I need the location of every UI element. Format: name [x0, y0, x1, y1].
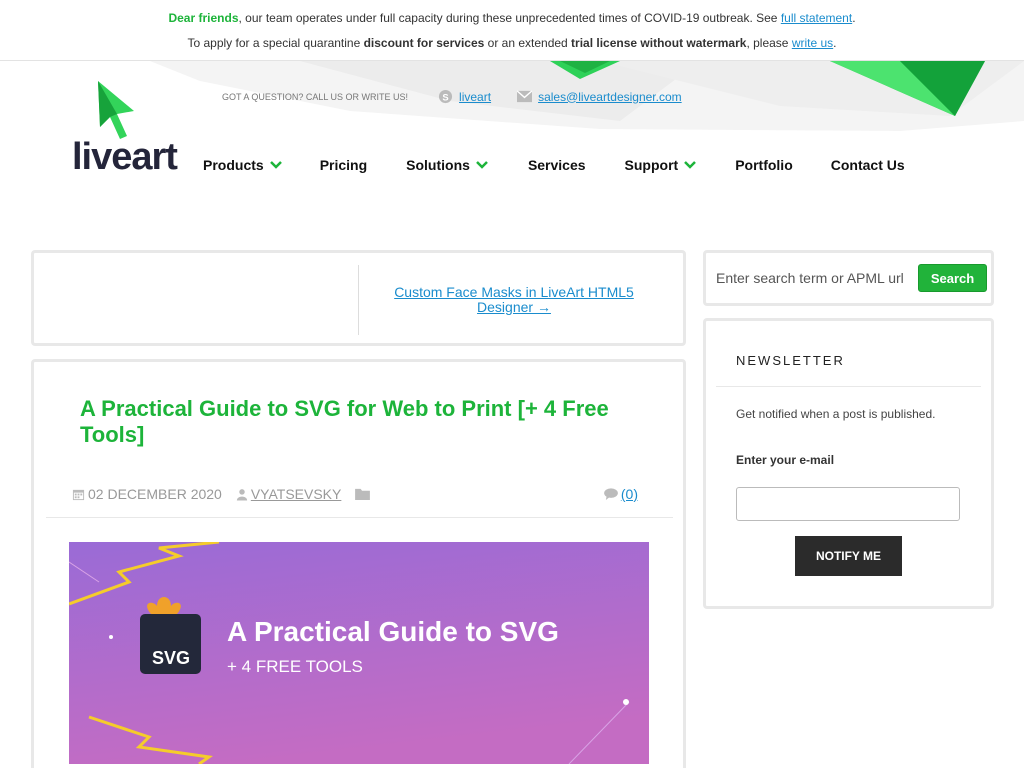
post-separator: [46, 517, 673, 518]
search-panel: Search: [703, 250, 994, 306]
notice-line-1: Dear friends, our team operates under fu…: [0, 11, 1024, 25]
post-meta: 02 DECEMBER 2020 VYATSEVSKY (0): [72, 486, 652, 502]
email-label: Enter your e-mail: [736, 453, 835, 467]
post-navigation-panel: Custom Face Masks in LiveArt HTML5 Desig…: [31, 250, 686, 346]
skype-icon: S: [438, 89, 453, 104]
mail-icon: [517, 90, 533, 103]
post-date: 02 DECEMBER 2020: [72, 486, 222, 502]
notice-greeting: Dear friends: [168, 11, 239, 25]
post-featured-image[interactable]: SVG A Practical Guide to SVG + 4 FREE TO…: [69, 542, 649, 764]
nav-label: Pricing: [319, 157, 368, 173]
write-us-link[interactable]: write us: [792, 36, 833, 50]
newsletter-description: Get notified when a post is published.: [736, 407, 936, 421]
chevron-down-icon: [684, 161, 697, 169]
chevron-down-icon: [476, 161, 488, 169]
author-link[interactable]: VYATSEVSKY: [251, 486, 342, 502]
banner-title: A Practical Guide to SVG: [227, 616, 559, 647]
user-icon: [236, 488, 247, 500]
notice-text-a: To apply for a special quarantine: [187, 36, 364, 50]
svg-text:S: S: [442, 92, 448, 102]
folder-icon: [355, 488, 371, 500]
nav-label: Products: [203, 157, 264, 173]
post-comments: (0): [604, 486, 638, 502]
notice-text-e: , please: [746, 36, 792, 50]
nav-label: Support: [624, 157, 679, 173]
comment-icon: [604, 488, 618, 500]
chevron-down-icon: [269, 161, 282, 169]
banner-subtitle: + 4 FREE TOOLS: [227, 657, 363, 676]
nav-label: Solutions: [406, 157, 470, 173]
contact-question: Got a question? Call us or write us!: [222, 91, 409, 102]
notice-text: , our team operates under full capacity …: [238, 11, 781, 25]
search-input[interactable]: [716, 263, 912, 293]
nav-item-pricing[interactable]: Pricing: [320, 157, 367, 173]
main-nav: Products Pricing Solutions Services Supp…: [203, 157, 905, 173]
post-title[interactable]: A Practical Guide to SVG for Web to Prin…: [80, 396, 640, 448]
notice-line-2: To apply for a special quarantine discou…: [0, 36, 1024, 50]
banner-background: SVG: [69, 542, 649, 764]
newsletter-title: NEWSLETTER: [736, 353, 845, 368]
post-date-text: 02 DECEMBER 2020: [88, 486, 222, 502]
nav-item-support[interactable]: Support: [625, 157, 697, 173]
post-nav-divider: [358, 265, 359, 335]
next-post-link[interactable]: Custom Face Masks in LiveArt HTML5 Desig…: [384, 285, 644, 315]
notice-period-2: .: [833, 36, 837, 50]
logo-wordmark[interactable]: liveart: [72, 136, 178, 179]
post-author: VYATSEVSKY: [236, 486, 342, 502]
newsletter-panel: NEWSLETTER Get notified when a post is p…: [703, 318, 994, 609]
notice-discount-text: discount for services: [363, 36, 485, 50]
newsletter-separator: [716, 386, 981, 387]
full-statement-link[interactable]: full statement: [781, 11, 852, 25]
covid-notice-bar: Dear friends, our team operates under fu…: [0, 0, 1024, 61]
calendar-icon: [72, 489, 85, 500]
comments-link[interactable]: (0): [621, 486, 638, 502]
notice-period: .: [852, 11, 856, 25]
nav-item-solutions[interactable]: Solutions: [406, 157, 488, 173]
skype-link[interactable]: liveart: [459, 90, 491, 104]
banner-badge-text: SVG: [152, 648, 190, 668]
notice-text-c: or an extended: [484, 36, 572, 50]
newsletter-email-field[interactable]: [736, 487, 960, 521]
nav-item-services[interactable]: Services: [528, 157, 586, 173]
header-contact-line: Got a question? Call us or write us! S l…: [222, 89, 682, 104]
post-category: [355, 488, 373, 500]
nav-label: Contact Us: [830, 157, 905, 173]
site-header: liveart Got a question? Call us or write…: [0, 61, 1024, 211]
blog-post-panel: A Practical Guide to SVG for Web to Prin…: [31, 359, 686, 768]
nav-item-contact-us[interactable]: Contact Us: [831, 157, 905, 173]
notify-me-button[interactable]: NOTIFY ME: [795, 536, 902, 576]
nav-label: Portfolio: [735, 157, 793, 173]
email-link[interactable]: sales@liveartdesigner.com: [538, 90, 682, 104]
nav-label: Services: [527, 157, 586, 173]
nav-item-portfolio[interactable]: Portfolio: [735, 157, 793, 173]
search-button[interactable]: Search: [918, 264, 987, 292]
nav-item-products[interactable]: Products: [203, 157, 282, 173]
notice-trial-text: trial license without watermark: [571, 36, 747, 50]
